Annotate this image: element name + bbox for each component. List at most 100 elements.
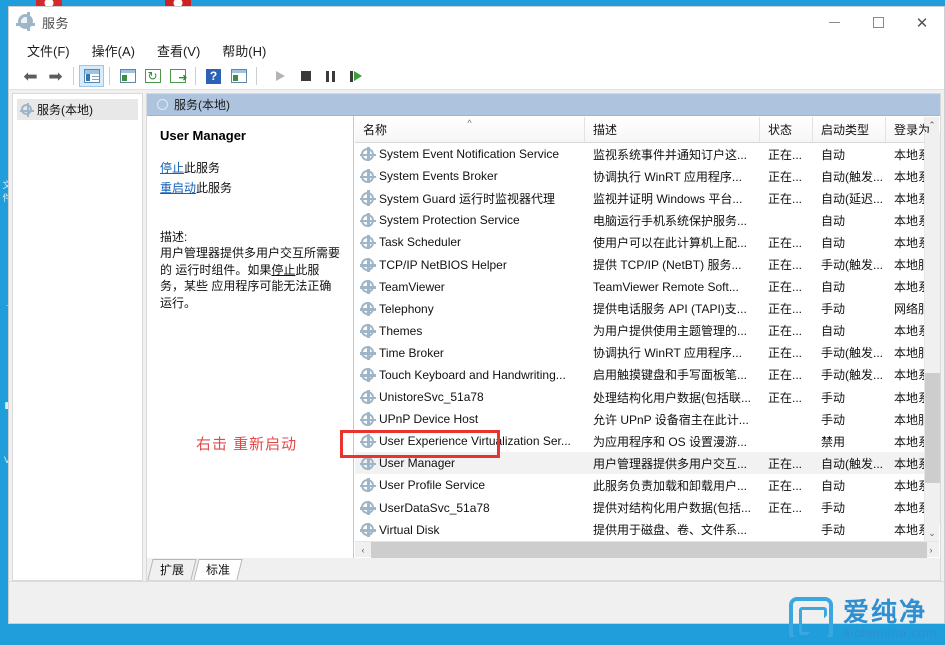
- detail-service-name: User Manager: [160, 128, 340, 143]
- table-row[interactable]: System Protection Service电脑运行手机系统保护服务...…: [355, 209, 924, 231]
- column-header-3[interactable]: 启动类型: [813, 117, 886, 142]
- cell-logon-as: 网络服务: [886, 300, 924, 317]
- cell-name: TeamViewer: [355, 280, 585, 294]
- cell-description: 使用户可以在此计算机上配...: [585, 234, 760, 251]
- menu-view[interactable]: 查看(V): [147, 39, 212, 63]
- cell-status: 正在...: [760, 322, 813, 339]
- back-icon[interactable]: ⬅: [18, 65, 43, 87]
- cell-startup-type: 手动(触发...: [813, 344, 886, 361]
- pause-service-icon[interactable]: [318, 65, 343, 87]
- horizontal-scroll-track[interactable]: [371, 542, 923, 558]
- tab-standard[interactable]: 标准: [193, 559, 242, 580]
- close-button[interactable]: ✕: [900, 7, 944, 38]
- help-icon[interactable]: ?: [201, 65, 226, 87]
- horizontal-scroll-thumb[interactable]: [371, 542, 927, 558]
- table-row[interactable]: UnistoreSvc_51a78处理结构化用户数据(包括联...正在...手动…: [355, 386, 924, 408]
- cell-startup-type: 手动: [813, 499, 886, 516]
- scroll-down-arrow[interactable]: ⌄: [925, 525, 940, 541]
- toolbar-separator-1: [73, 67, 74, 85]
- table-row[interactable]: UPnP Device Host允许 UPnP 设备宿主在此计...手动本地服务: [355, 408, 924, 430]
- service-gear-icon: [361, 457, 374, 470]
- start-service-icon[interactable]: [268, 65, 293, 87]
- split-pane: User Manager 停止此服务 重启动此服务 描述: 用户管理器提供多用户…: [147, 116, 940, 558]
- cell-logon-as: 本地服务: [886, 411, 924, 428]
- cell-startup-type: 手动(触发...: [813, 366, 886, 383]
- horizontal-scrollbar[interactable]: ‹ ›: [355, 541, 939, 557]
- cell-logon-as: 本地系统: [886, 322, 924, 339]
- service-name-label: UserDataSvc_51a78: [379, 501, 490, 515]
- service-name-label: TeamViewer: [379, 280, 445, 294]
- cell-name: Time Broker: [355, 346, 585, 360]
- display-properties-icon[interactable]: [226, 65, 251, 87]
- service-name-label: User Profile Service: [379, 478, 485, 492]
- minimize-button[interactable]: [812, 7, 856, 38]
- table-row[interactable]: Virtual Disk提供用于磁盘、卷、文件系...手动本地系统: [355, 519, 924, 541]
- cell-startup-type: 手动: [813, 389, 886, 406]
- service-gear-icon: [361, 368, 374, 381]
- tab-extended[interactable]: 扩展: [147, 559, 196, 580]
- properties-window-icon[interactable]: [115, 65, 140, 87]
- service-gear-icon: [361, 523, 374, 536]
- table-row[interactable]: User Experience Virtualization Ser...为应用…: [355, 430, 924, 452]
- table-row[interactable]: Telephony提供电话服务 API (TAPI)支...正在...手动网络服…: [355, 298, 924, 320]
- cell-logon-as: 本地服务: [886, 256, 924, 273]
- cell-description: TeamViewer Remote Soft...: [585, 280, 760, 294]
- table-row[interactable]: System Events Broker协调执行 WinRT 应用程序...正在…: [355, 165, 924, 187]
- cell-name: Telephony: [355, 302, 585, 316]
- cell-description: 提供用于磁盘、卷、文件系...: [585, 521, 760, 538]
- column-header-0[interactable]: 名称^: [355, 117, 585, 142]
- column-header-1[interactable]: 描述: [585, 117, 760, 142]
- cell-startup-type: 自动(延迟...: [813, 190, 886, 207]
- show-hide-tree-icon[interactable]: [79, 65, 104, 87]
- service-detail-pane: User Manager 停止此服务 重启动此服务 描述: 用户管理器提供多用户…: [147, 116, 354, 558]
- table-row[interactable]: User Profile Service此服务负责加载和卸载用户...正在...…: [355, 474, 924, 496]
- stop-service-icon[interactable]: [293, 65, 318, 87]
- vertical-scroll-thumb[interactable]: [925, 373, 940, 483]
- service-name-label: User Manager: [379, 456, 455, 470]
- table-row[interactable]: Themes为用户提供使用主题管理的...正在...自动本地系统: [355, 320, 924, 342]
- menu-file[interactable]: 文件(F): [17, 39, 82, 63]
- stop-service-link[interactable]: 停止此服务: [160, 159, 340, 176]
- description-stop-word: 停止: [271, 263, 295, 277]
- table-row[interactable]: TeamViewerTeamViewer Remote Soft...正在...…: [355, 276, 924, 298]
- cell-logon-as: 本地系统: [886, 278, 924, 295]
- vertical-scroll-track[interactable]: [925, 133, 940, 525]
- tree-item-services-local[interactable]: 服务(本地): [17, 99, 138, 120]
- cell-description: 处理结构化用户数据(包括联...: [585, 389, 760, 406]
- export-list-icon[interactable]: [165, 65, 190, 87]
- cell-status: 正在...: [760, 477, 813, 494]
- service-name-label: UPnP Device Host: [379, 412, 478, 426]
- cell-description: 为用户提供使用主题管理的...: [585, 322, 760, 339]
- cell-description: 提供对结构化用户数据(包括...: [585, 499, 760, 516]
- maximize-button[interactable]: [856, 7, 900, 38]
- column-header-2[interactable]: 状态: [760, 117, 813, 142]
- table-row[interactable]: TCP/IP NetBIOS Helper提供 TCP/IP (NetBT) 服…: [355, 253, 924, 275]
- restart-service-link[interactable]: 重启动此服务: [160, 179, 340, 196]
- service-name-label: Touch Keyboard and Handwriting...: [379, 368, 566, 382]
- window-title: 服务: [42, 13, 69, 32]
- column-header-label: 名称: [363, 121, 387, 138]
- window-body: 服务(本地) 服务(本地) User Manager 停止此服务 重启动此服务 …: [9, 90, 944, 581]
- table-row[interactable]: User Manager用户管理器提供多用户交互...正在...自动(触发...…: [355, 452, 924, 474]
- table-body: System Event Notification Service监视系统事件并…: [355, 143, 924, 541]
- cell-name: User Profile Service: [355, 478, 585, 492]
- table-row[interactable]: System Event Notification Service监视系统事件并…: [355, 143, 924, 165]
- table-row[interactable]: Time Broker协调执行 WinRT 应用程序...正在...手动(触发.…: [355, 342, 924, 364]
- tree-item-label: 服务(本地): [37, 101, 93, 118]
- cell-name: System Protection Service: [355, 213, 585, 227]
- cell-startup-type: 自动(触发...: [813, 168, 886, 185]
- menu-action[interactable]: 操作(A): [82, 39, 147, 63]
- table-row[interactable]: UserDataSvc_51a78提供对结构化用户数据(包括...正在...手动…: [355, 497, 924, 519]
- scroll-left-arrow[interactable]: ‹: [355, 542, 371, 558]
- table-row[interactable]: System Guard 运行时监视器代理监视并证明 Windows 平台...…: [355, 187, 924, 209]
- cell-logon-as: 本地系统: [886, 455, 924, 472]
- column-header-label: 状态: [768, 121, 792, 138]
- refresh-icon[interactable]: [140, 65, 165, 87]
- cell-startup-type: 手动: [813, 521, 886, 538]
- menu-help[interactable]: 帮助(H): [212, 39, 278, 63]
- forward-icon[interactable]: ➡: [43, 65, 68, 87]
- table-row[interactable]: Touch Keyboard and Handwriting...启用触摸键盘和…: [355, 364, 924, 386]
- table-row[interactable]: Task Scheduler使用户可以在此计算机上配...正在...自动本地系统: [355, 231, 924, 253]
- vertical-scrollbar[interactable]: ⌃ ⌄: [924, 117, 939, 541]
- restart-service-icon[interactable]: [343, 65, 368, 87]
